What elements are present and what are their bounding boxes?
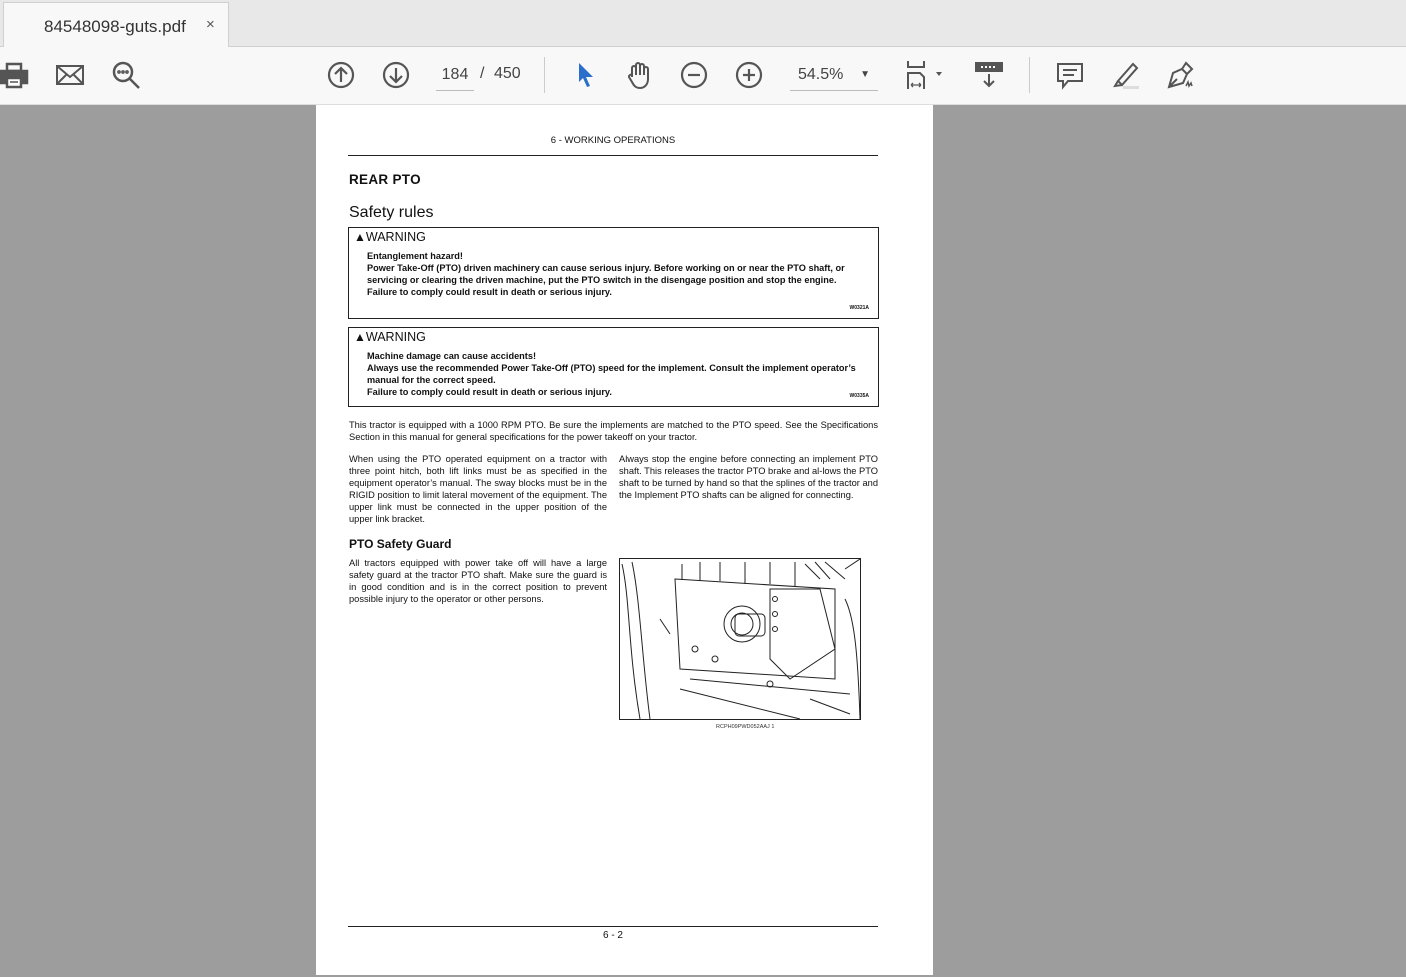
warning-line: Power Take-Off (PTO) driven machinery ca… bbox=[367, 263, 845, 285]
email-icon[interactable] bbox=[54, 59, 86, 91]
warning-code: W0321A bbox=[849, 305, 869, 311]
figure-caption: RCPH09PWD052AAJ 1 bbox=[716, 724, 775, 730]
toolbar: 184 / 450 54.5% ▼ bbox=[0, 47, 1406, 105]
running-header: 6 - WORKING OPERATIONS bbox=[550, 135, 676, 146]
scrolling-mode-icon[interactable] bbox=[973, 59, 1005, 91]
select-tool-icon[interactable] bbox=[569, 59, 601, 91]
warning-triangle-icon: ▲ bbox=[354, 230, 366, 244]
header-rule bbox=[348, 155, 878, 156]
chapter-title: REAR PTO bbox=[349, 172, 421, 187]
hand-tool-icon[interactable] bbox=[623, 59, 655, 91]
zoom-out-button[interactable] bbox=[678, 59, 710, 91]
pto-guard-figure bbox=[619, 558, 861, 720]
warning-line: Failure to comply could result in death … bbox=[367, 387, 612, 397]
search-icon[interactable] bbox=[110, 59, 142, 91]
zoom-value: 54.5% bbox=[798, 66, 844, 83]
warning-label: WARNING bbox=[365, 230, 426, 244]
paragraph-right: Always stop the engine before connecting… bbox=[619, 454, 878, 500]
document-tab[interactable]: 84548098-guts.pdf × bbox=[3, 2, 229, 47]
print-icon[interactable] bbox=[0, 59, 30, 91]
sign-icon[interactable] bbox=[1164, 59, 1196, 91]
warning-box: ▲WARNING Machine damage can cause accide… bbox=[348, 327, 879, 407]
section-title: Safety rules bbox=[349, 204, 434, 221]
warning-box: ▲WARNING Entanglement hazard! Power Take… bbox=[348, 227, 879, 319]
page-number-input[interactable]: 184 bbox=[436, 65, 474, 91]
pdf-page: 6 - WORKING OPERATIONS REAR PTO Safety r… bbox=[316, 105, 933, 975]
intro-paragraph: This tractor is equipped with a 1000 RPM… bbox=[349, 420, 878, 442]
divider bbox=[544, 57, 545, 93]
guard-paragraph: All tractors equipped with power take of… bbox=[349, 558, 607, 604]
warning-label: WARNING bbox=[365, 330, 426, 344]
paragraph-left: When using the PTO operated equipment on… bbox=[349, 454, 607, 524]
zoom-in-button[interactable] bbox=[733, 59, 765, 91]
divider bbox=[1029, 57, 1030, 93]
warning-line: Machine damage can cause accidents! bbox=[367, 351, 537, 361]
warning-line: Entanglement hazard! bbox=[367, 251, 463, 261]
warning-line: Failure to comply could result in death … bbox=[367, 287, 612, 297]
tab-close-button[interactable]: × bbox=[206, 16, 215, 33]
comment-icon[interactable] bbox=[1054, 59, 1086, 91]
page-footer: 6 - 2 bbox=[602, 930, 623, 941]
page-separator: / bbox=[480, 65, 485, 82]
warning-code: W0335A bbox=[849, 393, 869, 399]
warning-line: Always use the recommended Power Take-Of… bbox=[367, 363, 856, 385]
subsection-title: PTO Safety Guard bbox=[349, 537, 452, 551]
previous-page-button[interactable] bbox=[325, 59, 357, 91]
fit-page-icon[interactable] bbox=[902, 59, 948, 91]
tab-title: 84548098-guts.pdf bbox=[44, 17, 186, 36]
chevron-down-icon: ▼ bbox=[860, 69, 870, 80]
tab-bar: 84548098-guts.pdf × bbox=[0, 0, 1406, 47]
highlight-icon[interactable] bbox=[1109, 59, 1141, 91]
warning-triangle-icon: ▲ bbox=[354, 330, 366, 344]
zoom-level-dropdown[interactable]: 54.5% ▼ bbox=[790, 63, 878, 91]
next-page-button[interactable] bbox=[380, 59, 412, 91]
footer-rule bbox=[348, 926, 878, 927]
page-total: 450 bbox=[494, 65, 521, 82]
